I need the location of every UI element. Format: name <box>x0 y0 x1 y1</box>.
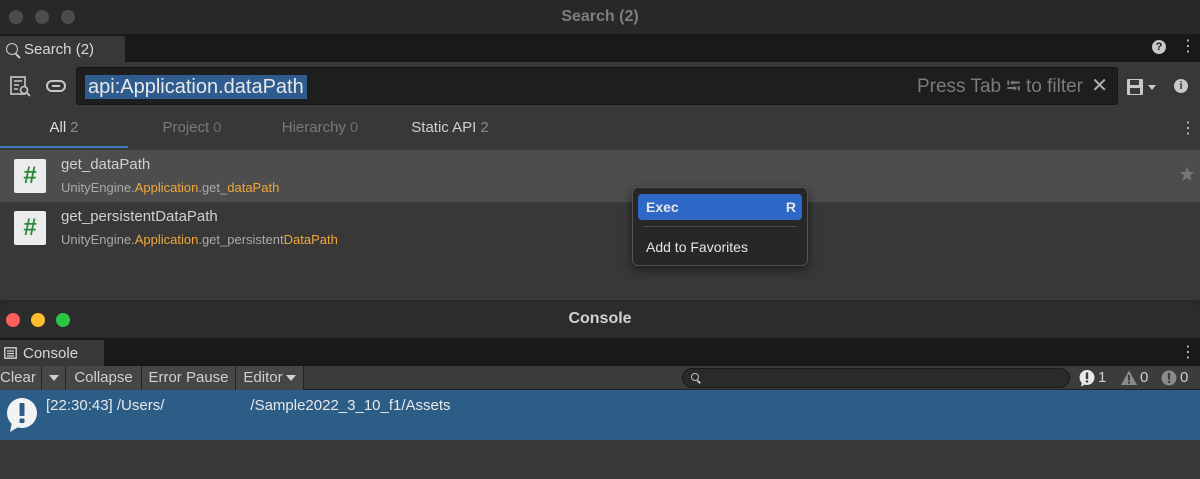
console-window: Console Console ⋮ Clear Collapse Error P… <box>0 302 1200 479</box>
tab-static-api[interactable]: Static API 2 <box>384 110 516 148</box>
chevron-down-icon <box>48 375 59 382</box>
tab-hierarchy[interactable]: Hierarchy 0 <box>256 110 384 148</box>
context-menu: Exec R Add to Favorites <box>632 187 808 266</box>
warning-icon <box>1121 370 1137 385</box>
search-hint: Press Tab ⭾ to filter <box>916 76 1083 97</box>
log-entry[interactable]: [22:30:43] /Users//Sample2022_3_10_f1/As… <box>0 390 1200 440</box>
result-description: UnityEngine.Application.get_persistentDa… <box>61 232 338 247</box>
tab-all[interactable]: All 2 <box>0 110 128 148</box>
info-message-icon <box>1079 370 1095 387</box>
search-tab-label: Search (2) <box>24 40 95 58</box>
tab-project[interactable]: Project 0 <box>128 110 256 148</box>
console-search-input[interactable] <box>682 368 1070 388</box>
chevron-down-icon <box>285 375 296 382</box>
search-query-text[interactable]: api:Application.dataPath <box>85 75 307 99</box>
link-icon[interactable] <box>45 78 67 94</box>
result-description: UnityEngine.Application.get_dataPath <box>61 180 280 195</box>
log-message: [22:30:43] /Users//Sample2022_3_10_f1/As… <box>46 397 451 414</box>
script-icon: # <box>14 159 46 193</box>
error-pause-toggle[interactable]: Error Pause <box>142 366 236 390</box>
info-count-toggle[interactable]: 1 <box>1078 366 1106 390</box>
collapse-toggle[interactable]: Collapse <box>66 366 142 390</box>
search-window: Search (2) Search (2) ? ⋮ api:Applicatio… <box>0 0 1200 300</box>
console-toolbar: Clear Collapse Error Pause Editor 1 0 0 <box>0 366 1200 390</box>
result-item[interactable]: # get_dataPath UnityEngine.Application.g… <box>0 150 1200 202</box>
search-input[interactable]: api:Application.dataPath Press Tab ⭾ to … <box>76 67 1118 105</box>
help-icon[interactable]: ? <box>1152 40 1166 54</box>
filter-menu-button[interactable]: ⋮ <box>1180 120 1196 138</box>
console-window-titlebar[interactable]: Console <box>0 302 1200 338</box>
console-icon <box>4 347 17 359</box>
context-menu-exec[interactable]: Exec R <box>638 194 802 220</box>
exec-shortcut: R <box>785 199 796 215</box>
result-item[interactable]: # get_persistentDataPath UnityEngine.App… <box>0 202 1200 254</box>
search-toolbar: api:Application.dataPath Press Tab ⭾ to … <box>0 62 1200 110</box>
error-count-toggle[interactable]: 0 <box>1160 366 1188 390</box>
console-tab-label: Console <box>23 344 79 362</box>
clear-options-dropdown[interactable] <box>42 366 66 390</box>
console-menu-button[interactable]: ⋮ <box>1180 344 1196 362</box>
console-tab[interactable]: Console <box>0 340 104 366</box>
info-icon[interactable]: i <box>1174 79 1188 93</box>
search-window-titlebar[interactable]: Search (2) <box>0 0 1200 34</box>
search-icon <box>691 373 699 381</box>
list-search-icon[interactable] <box>9 75 31 97</box>
clear-button[interactable]: Clear <box>0 366 42 390</box>
console-tab-strip: Console ⋮ <box>0 338 1200 366</box>
results-list: # get_dataPath UnityEngine.Application.g… <box>0 148 1200 300</box>
menu-separator <box>643 226 797 227</box>
clear-search-icon[interactable]: ✕ <box>1091 74 1108 98</box>
editor-dropdown[interactable]: Editor <box>236 366 304 390</box>
result-label: get_dataPath <box>61 156 151 173</box>
save-icon[interactable] <box>1126 78 1158 96</box>
context-menu-add-favorites[interactable]: Add to Favorites <box>638 234 802 260</box>
window-title: Search (2) <box>561 8 639 25</box>
filter-tabs: All 2 Project 0 Hierarchy 0 Static API 2 ⋮ <box>0 110 1200 148</box>
search-tab[interactable]: Search (2) <box>0 36 125 62</box>
script-icon: # <box>14 211 46 245</box>
redacted-username <box>164 398 250 412</box>
result-label: get_persistentDataPath <box>61 208 218 225</box>
info-message-icon <box>7 398 37 432</box>
error-icon <box>1161 370 1177 386</box>
warning-count-toggle[interactable]: 0 <box>1120 366 1148 390</box>
search-icon <box>6 43 18 55</box>
window-title: Console <box>568 310 632 327</box>
window-menu-button[interactable]: ⋮ <box>1180 38 1196 56</box>
search-tab-strip: Search (2) <box>0 34 1200 62</box>
star-icon[interactable] <box>1179 166 1195 182</box>
